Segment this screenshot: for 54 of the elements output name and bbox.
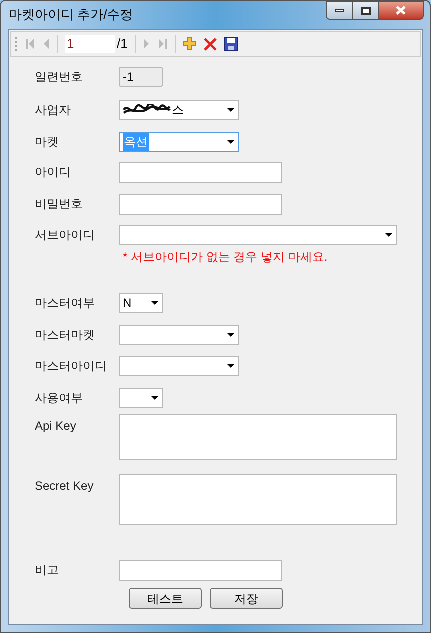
field-label: 비고 — [35, 562, 60, 579]
close-button[interactable] — [379, 1, 424, 20]
dropdown-caret-icon — [151, 396, 159, 400]
dropdown-caret-icon — [227, 333, 235, 337]
close-icon — [396, 6, 406, 15]
field-value: 옥션 — [123, 133, 149, 151]
field-value: 스 — [172, 102, 184, 119]
text-area[interactable] — [119, 474, 397, 525]
field-label: Secret Key — [35, 478, 95, 495]
dropdown-caret-icon — [227, 140, 235, 144]
field-label: 일련번호 — [35, 69, 84, 86]
dropdown-caret-icon — [151, 301, 159, 305]
page-count: /1 — [117, 35, 128, 54]
dropdown[interactable]: 스 — [119, 100, 239, 120]
field-label: 사용여부 — [35, 390, 84, 407]
next-icon[interactable] — [142, 38, 151, 50]
dropdown-caret-icon — [227, 108, 235, 112]
field-label: 마스터마켓 — [35, 327, 96, 344]
minimize-button[interactable] — [326, 1, 353, 20]
field-label: 사업자 — [35, 102, 72, 119]
dropdown[interactable] — [119, 325, 239, 345]
action-button[interactable]: 테스트 — [129, 588, 202, 609]
action-button[interactable]: 저장 — [210, 588, 283, 609]
field-label: 마스터여부 — [35, 295, 96, 312]
dropdown[interactable]: N — [119, 293, 163, 313]
field-label: 마켓 — [35, 134, 60, 151]
field-value: -1 — [123, 69, 134, 86]
field-value: N — [123, 295, 132, 312]
input-field[interactable] — [119, 194, 282, 215]
grip-icon[interactable] — [15, 36, 18, 52]
dropdown[interactable] — [119, 225, 397, 245]
input-field[interactable] — [119, 560, 282, 581]
field-label: 서브아이디 — [35, 227, 96, 244]
dropdown-caret-icon — [227, 364, 235, 368]
first-icon[interactable] — [25, 38, 35, 50]
position-field[interactable]: 1 — [65, 35, 115, 53]
dropdown[interactable] — [119, 388, 163, 408]
window-title: 마켓아이디 추가/수정 — [9, 6, 134, 24]
last-icon[interactable] — [158, 38, 168, 50]
save-icon[interactable] — [224, 37, 238, 51]
input-field[interactable] — [119, 162, 282, 183]
field-label: Api Key — [35, 418, 78, 435]
field-label: 비밀번호 — [35, 196, 84, 213]
field-label: 아이디 — [35, 164, 72, 181]
plus-icon[interactable] — [182, 37, 197, 51]
text-area[interactable] — [119, 414, 397, 460]
field-label: 마스터아이디 — [35, 358, 108, 375]
maximize-button[interactable] — [353, 1, 379, 20]
previous-icon[interactable] — [42, 38, 50, 50]
delete-icon[interactable] — [204, 38, 217, 50]
dropdown[interactable] — [119, 356, 239, 376]
dropdown-caret-icon — [385, 233, 393, 237]
serial-field[interactable]: -1 — [119, 67, 163, 87]
hint-text: * 서브아이디가 없는 경우 넣지 마세요. — [122, 249, 329, 265]
